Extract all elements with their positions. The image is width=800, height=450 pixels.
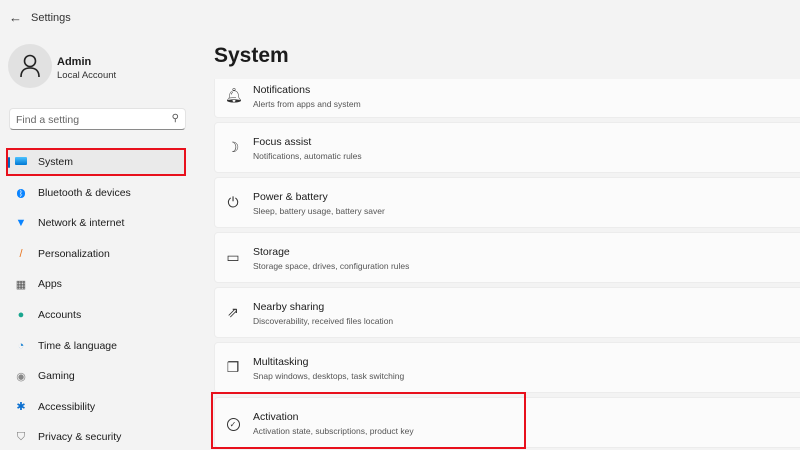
person-icon: ● — [17, 309, 25, 321]
wifi-icon: ▼ — [15, 217, 27, 230]
brush-icon: / — [19, 247, 23, 260]
settings-item-multitasking[interactable]: ❐ Multitasking Snap windows, desktops, tas… — [214, 342, 800, 393]
sidebar-item-label: Bluetooth & devices — [38, 186, 131, 199]
settings-item-power-battery[interactable]: ⏻ Power & battery Sleep, battery usage, ba… — [214, 177, 800, 228]
back-arrow-icon[interactable]: ← — [9, 10, 22, 25]
user-account-type: Local Account — [57, 70, 117, 81]
bell-icon: 🔔︎ — [225, 87, 243, 103]
sidebar-item-label: Privacy & security — [38, 431, 122, 444]
item-subtitle: Alerts from apps and system — [253, 99, 361, 109]
item-subtitle: Discoverability, received files location — [253, 316, 394, 326]
item-subtitle: Storage space, drives, configuration rul… — [253, 261, 410, 271]
storage-icon: ▭ — [226, 249, 240, 265]
shield-icon: ⛉ — [16, 430, 26, 443]
title-bar: ← Settings — [0, 0, 800, 36]
person-outline-icon — [20, 54, 40, 78]
item-title: Power & battery — [253, 191, 328, 203]
item-title: Notifications — [253, 84, 311, 96]
accessibility-icon: ✱ — [16, 401, 26, 414]
sidebar-item-label: Personalization — [38, 247, 110, 260]
search-placeholder: Find a setting — [16, 114, 80, 126]
sidebar-item-personalization[interactable]: / Personalization — [6, 241, 185, 267]
highlight-box-system — [6, 148, 186, 176]
sidebar-item-gaming[interactable]: ◉ Gaming — [6, 363, 185, 389]
sidebar-item-time-language[interactable]: ◔ Time & language — [6, 333, 185, 359]
settings-item-storage[interactable]: ▭ Storage Storage space, drives, configura… — [214, 232, 800, 283]
settings-item-nearby-sharing[interactable]: ⇗ Nearby sharing Discoverability, received… — [214, 287, 800, 338]
sidebar-item-apps[interactable]: ▦ Apps — [6, 271, 185, 297]
item-subtitle: Sleep, battery usage, battery saver — [253, 206, 385, 216]
sidebar-item-label: Time & language — [38, 339, 117, 352]
sidebar-item-label: Accounts — [38, 309, 82, 321]
sidebar-item-network-internet[interactable]: ▼ Network & internet — [6, 210, 185, 236]
bluetooth-icon: ᛒ — [16, 188, 26, 198]
sidebar-item-privacy-security[interactable]: ⛉ Privacy & security — [6, 424, 185, 450]
sidebar-item-bluetooth-devices[interactable]: ᛒ Bluetooth & devices — [6, 180, 185, 206]
search-input[interactable]: Find a setting ⚲ — [9, 108, 186, 130]
item-title: Storage — [253, 246, 290, 258]
item-subtitle: Snap windows, desktops, task switching — [253, 371, 405, 381]
settings-item-focus-assist[interactable]: ☽ Focus assist Notifications, automatic ru… — [214, 122, 800, 173]
sidebar-item-label: Apps — [38, 278, 62, 291]
power-icon: ⏻ — [227, 194, 239, 210]
sidebar-item-accessibility[interactable]: ✱ Accessibility — [6, 394, 185, 420]
highlight-box-activation — [211, 392, 526, 449]
apps-icon: ▦ — [15, 278, 27, 291]
item-subtitle: Notifications, automatic rules — [253, 151, 362, 161]
item-title: Multitasking — [253, 356, 309, 368]
sidebar-item-accounts[interactable]: ● Accounts — [6, 302, 185, 328]
item-title: Nearby sharing — [253, 301, 325, 313]
share-icon: ⇗ — [227, 304, 239, 320]
sidebar-item-label: Gaming — [38, 370, 75, 383]
moon-icon: ☽ — [226, 139, 240, 155]
app-title: Settings — [31, 12, 71, 24]
avatar[interactable] — [8, 44, 52, 88]
page-title: System — [214, 44, 289, 67]
search-icon[interactable]: ⚲ — [172, 113, 179, 124]
sidebar-item-label: Accessibility — [38, 400, 96, 413]
item-title: Focus assist — [253, 136, 312, 148]
user-name: Admin — [57, 56, 92, 68]
gamepad-icon: ◉ — [16, 370, 26, 383]
multitask-icon: ❐ — [226, 359, 240, 375]
settings-item-notifications[interactable]: 🔔︎ Notifications Alerts from apps and syst… — [214, 79, 800, 118]
clock-globe-icon: ◔ — [17, 339, 25, 352]
sidebar-item-label: Network & internet — [38, 217, 125, 230]
